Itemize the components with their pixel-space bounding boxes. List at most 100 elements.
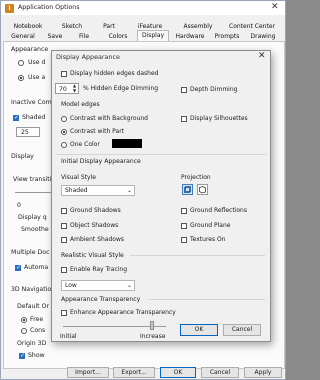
separator bbox=[148, 299, 265, 300]
contrast-part-radio[interactable] bbox=[61, 129, 67, 135]
origin-3d-label: Origin 3D bbox=[17, 340, 47, 347]
import-button[interactable]: Import... bbox=[67, 367, 109, 378]
tab-notebook[interactable]: Notebook bbox=[11, 22, 45, 32]
display-silhouettes-label: Display Silhouettes bbox=[190, 115, 248, 122]
opacity-value: 25 bbox=[21, 129, 29, 136]
dialog-ok-button[interactable]: OK bbox=[180, 324, 218, 336]
view-transition-min: 0 bbox=[17, 202, 21, 209]
realistic-style-label: Realistic Visual Style bbox=[61, 252, 124, 259]
hidden-edge-dimming-value: 70 bbox=[59, 86, 67, 93]
shaded-label: Shaded bbox=[22, 114, 46, 121]
ambient-shadows-label: Ambient Shadows bbox=[70, 236, 124, 243]
object-shadows-label: Object Shadows bbox=[70, 222, 119, 229]
chevron-down-icon: ⌄ bbox=[126, 282, 132, 289]
chevron-down-icon: ⌄ bbox=[126, 187, 132, 194]
enable-ray-tracing-label: Enable Ray Tracing bbox=[70, 266, 128, 273]
textures-on-checkbox[interactable] bbox=[181, 237, 187, 243]
slider-max-label: Increase bbox=[140, 333, 166, 340]
ground-reflections-label: Ground Reflections bbox=[190, 207, 247, 214]
hidden-edges-dashed-label: Display hidden edges dashed bbox=[70, 70, 159, 77]
inactive-component-label: Inactive Com bbox=[11, 99, 52, 106]
ground-plane-label: Ground Plane bbox=[190, 222, 231, 229]
perspective-icon bbox=[199, 186, 206, 194]
one-color-swatch[interactable] bbox=[112, 139, 142, 148]
nav-3d-label: 3D Navigatio bbox=[11, 286, 52, 293]
constrained-orbit-radio[interactable] bbox=[21, 328, 27, 334]
ground-plane-checkbox[interactable] bbox=[181, 223, 187, 229]
dialog-close-icon[interactable]: ✕ bbox=[258, 51, 266, 61]
contrast-background-label: Contrast with Background bbox=[70, 115, 148, 122]
free-orbit-radio[interactable] bbox=[21, 317, 27, 323]
tab-sketch[interactable]: Sketch bbox=[57, 22, 87, 32]
hidden-edges-dashed-checkbox[interactable] bbox=[61, 71, 67, 77]
enhance-transparency-label: Enhance Appearance Transparency bbox=[70, 309, 176, 316]
default-orbit-label: Default Or bbox=[17, 303, 49, 310]
separator bbox=[56, 154, 266, 155]
ray-tracing-quality-dropdown[interactable]: Low ⌄ bbox=[61, 280, 135, 291]
ray-tracing-quality-value: Low bbox=[65, 282, 77, 289]
enhance-transparency-checkbox[interactable] bbox=[61, 310, 67, 316]
visual-style-label: Visual Style bbox=[61, 174, 96, 181]
automatic-label: Automa bbox=[24, 264, 49, 271]
smoothest-label: Smoothe bbox=[21, 226, 49, 233]
enable-ray-tracing-checkbox[interactable] bbox=[61, 267, 67, 273]
visual-style-value: Shaded bbox=[65, 187, 88, 194]
opacity-spinbox[interactable]: 25 bbox=[16, 127, 40, 137]
visual-style-dropdown[interactable]: Shaded ⌄ bbox=[61, 185, 135, 196]
display-appearance-dialog: Display Appearance ✕ Display hidden edge… bbox=[51, 50, 271, 342]
dialog-title: Display Appearance bbox=[56, 53, 120, 61]
display-group-label: Display bbox=[11, 153, 34, 160]
orthographic-icon bbox=[184, 186, 191, 193]
display-silhouettes-checkbox[interactable] bbox=[181, 116, 187, 122]
depth-dimming-checkbox[interactable] bbox=[181, 87, 187, 93]
object-shadows-checkbox[interactable] bbox=[61, 223, 67, 229]
spin-down-icon[interactable]: ▼ bbox=[73, 88, 76, 93]
ambient-shadows-checkbox[interactable] bbox=[61, 237, 67, 243]
free-orbit-label: Free bbox=[30, 316, 44, 323]
title-bar: I Application Options ✕ bbox=[1, 1, 285, 15]
tab-content-center[interactable]: Content Center bbox=[226, 22, 278, 32]
use-document-radio[interactable] bbox=[18, 60, 24, 66]
use-document-label: Use d bbox=[28, 59, 46, 66]
depth-dimming-label: Depth Dimming bbox=[190, 86, 238, 93]
window-apply-button[interactable]: Apply bbox=[244, 367, 282, 378]
multiple-documents-label: Multiple Doc bbox=[11, 249, 50, 256]
app-icon: I bbox=[5, 4, 14, 13]
ground-reflections-checkbox[interactable] bbox=[181, 208, 187, 214]
slider-min-label: Initial bbox=[60, 333, 77, 340]
dialog-cancel-button[interactable]: Cancel bbox=[223, 324, 261, 336]
transparency-slider-thumb[interactable] bbox=[150, 321, 154, 330]
window-ok-button[interactable]: OK bbox=[160, 367, 196, 378]
show-origin-checkbox[interactable] bbox=[19, 352, 25, 359]
window-cancel-button[interactable]: Cancel bbox=[201, 367, 239, 378]
one-color-label: One Color bbox=[70, 141, 100, 148]
export-button[interactable]: Export... bbox=[113, 367, 155, 378]
view-transition-slider[interactable] bbox=[15, 192, 51, 193]
use-application-radio[interactable] bbox=[18, 75, 24, 81]
appearance-group-label: Appearance bbox=[11, 46, 49, 53]
one-color-radio[interactable] bbox=[61, 142, 67, 148]
initial-display-label: Initial Display Appearance bbox=[61, 158, 141, 165]
hidden-edge-dimming-spinbox[interactable]: 70 ▲ ▼ bbox=[55, 83, 79, 94]
shaded-checkbox[interactable] bbox=[13, 114, 19, 121]
tab-part[interactable]: Part bbox=[99, 22, 119, 32]
use-application-label: Use a bbox=[28, 74, 46, 81]
show-origin-label: Show bbox=[28, 352, 45, 359]
perspective-projection-button[interactable] bbox=[197, 184, 208, 195]
display-quality-label: Display q bbox=[18, 214, 47, 221]
window-title: Application Options bbox=[18, 4, 80, 11]
contrast-part-label: Contrast with Part bbox=[70, 128, 125, 135]
tab-assembly[interactable]: Assembly bbox=[181, 22, 215, 32]
ground-shadows-checkbox[interactable] bbox=[61, 208, 67, 214]
ground-shadows-label: Ground Shadows bbox=[70, 207, 121, 214]
textures-on-label: Textures On bbox=[190, 236, 226, 243]
transparency-section-label: Appearance Transparency bbox=[61, 296, 141, 303]
orthographic-projection-button[interactable] bbox=[182, 184, 193, 195]
model-edges-label: Model edges bbox=[61, 101, 100, 108]
hidden-edge-dimming-label: % Hidden Edge Dimming bbox=[83, 85, 159, 92]
constrained-orbit-label: Cons bbox=[30, 327, 46, 334]
window-close-icon[interactable]: ✕ bbox=[271, 2, 279, 12]
contrast-background-radio[interactable] bbox=[61, 116, 67, 122]
projection-label: Projection bbox=[181, 174, 211, 181]
automatic-checkbox[interactable] bbox=[15, 264, 21, 271]
